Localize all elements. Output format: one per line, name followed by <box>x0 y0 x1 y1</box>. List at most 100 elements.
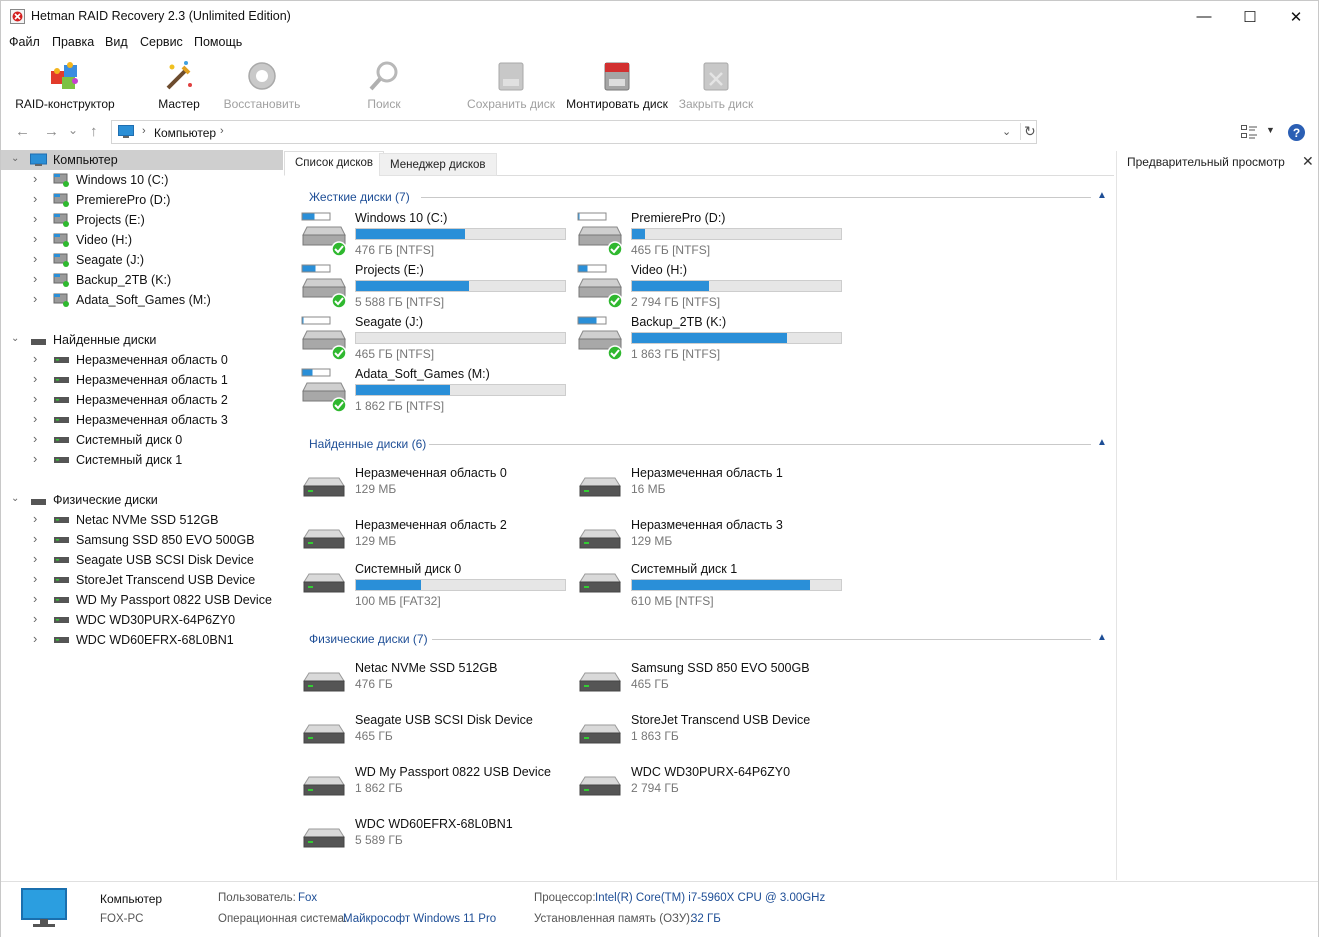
chevron-right-icon[interactable]: › <box>33 351 37 366</box>
tree-item[interactable]: › WDC WD60EFRX-68L0BN1 <box>1 630 283 650</box>
disk-item[interactable]: Netac NVMe SSD 512GB 476 ГБ <box>301 661 571 711</box>
disk-item[interactable]: Системный диск 0 100 МБ [FAT32] <box>301 562 571 612</box>
chevron-right-icon[interactable]: › <box>33 631 37 646</box>
disk-item[interactable]: StoreJet Transcend USB Device 1 863 ГБ <box>577 713 847 763</box>
tree-item-found-disks[interactable]: ⌄ Найденные диски <box>1 330 283 350</box>
chevron-right-icon[interactable]: › <box>33 291 37 306</box>
chevron-down-icon[interactable]: ⌄ <box>11 153 19 164</box>
disk-item[interactable]: Backup_2TB (K:) 1 863 ГБ [NTFS] <box>577 315 847 365</box>
chevron-right-icon[interactable]: › <box>33 191 37 206</box>
section-title-physical-disks[interactable]: Физические диски (7) <box>309 632 428 646</box>
chevron-right-icon[interactable]: › <box>33 571 37 586</box>
menu-help[interactable]: Помощь <box>194 35 242 49</box>
tree-item[interactable]: › Adata_Soft_Games (M:) <box>1 290 283 310</box>
view-dropdown-icon[interactable]: ▼ <box>1266 125 1275 135</box>
raid-builder-button[interactable]: RAID-конструктор <box>11 58 119 114</box>
chevron-right-icon[interactable]: › <box>220 125 224 137</box>
chevron-right-icon[interactable]: › <box>33 211 37 226</box>
chevron-right-icon[interactable]: › <box>33 551 37 566</box>
forward-button[interactable]: → <box>44 123 59 140</box>
tree-item[interactable]: › Projects (E:) <box>1 210 283 230</box>
tab-disk-list[interactable]: Список дисков <box>284 151 385 176</box>
chevron-right-icon[interactable]: › <box>33 271 37 286</box>
disk-item[interactable]: WDC WD30PURX-64P6ZY0 2 794 ГБ <box>577 765 847 815</box>
tree-item[interactable]: › Netac NVMe SSD 512GB <box>1 510 283 530</box>
up-button[interactable]: ↑ <box>90 123 98 140</box>
tree-item[interactable]: › Неразмеченная область 3 <box>1 410 283 430</box>
tree-item[interactable]: › WDC WD30PURX-64P6ZY0 <box>1 610 283 630</box>
chevron-right-icon[interactable]: › <box>33 391 37 406</box>
chevron-right-icon[interactable]: › <box>33 451 37 466</box>
tree-item-physical-disks[interactable]: ⌄ Физические диски <box>1 490 283 510</box>
tree-item[interactable]: › Неразмеченная область 0 <box>1 350 283 370</box>
disk-item[interactable]: Adata_Soft_Games (M:) 1 862 ГБ [NTFS] <box>301 367 571 417</box>
disk-item[interactable]: Seagate USB SCSI Disk Device 465 ГБ <box>301 713 571 763</box>
tab-disk-manager[interactable]: Менеджер дисков <box>379 153 497 176</box>
chevron-right-icon[interactable]: › <box>33 531 37 546</box>
disk-item[interactable]: WD My Passport 0822 USB Device 1 862 ГБ <box>301 765 571 815</box>
maximize-button[interactable]: ☐ <box>1227 1 1273 32</box>
tree-item[interactable]: › Backup_2TB (K:) <box>1 270 283 290</box>
tree-item-computer[interactable]: ⌄ Компьютер <box>1 150 283 170</box>
disk-item[interactable]: Системный диск 1 610 МБ [NTFS] <box>577 562 847 612</box>
section-title-found-disks[interactable]: Найденные диски (6) <box>309 437 426 451</box>
save-disk-button[interactable]: Сохранить диск <box>463 58 559 114</box>
preview-close-button[interactable]: ✕ <box>1302 153 1314 170</box>
tree-item[interactable]: › Seagate (J:) <box>1 250 283 270</box>
section-title-hard-disks[interactable]: Жесткие диски (7) <box>309 190 410 204</box>
tree-item[interactable]: › Windows 10 (C:) <box>1 170 283 190</box>
tree-item[interactable]: › StoreJet Transcend USB Device <box>1 570 283 590</box>
chevron-down-icon[interactable]: ⌄ <box>1002 125 1011 138</box>
refresh-button[interactable]: ↻ <box>1020 123 1036 140</box>
menu-service[interactable]: Сервис <box>140 35 183 49</box>
chevron-right-icon[interactable]: › <box>142 125 146 137</box>
chevron-right-icon[interactable]: › <box>33 411 37 426</box>
back-button[interactable]: ← <box>15 123 30 140</box>
tree-item[interactable]: › PremierePro (D:) <box>1 190 283 210</box>
disk-item[interactable]: Projects (E:) 5 588 ГБ [NTFS] <box>301 263 571 313</box>
menu-view[interactable]: Вид <box>105 35 128 49</box>
restore-button[interactable]: Восстановить <box>219 58 305 114</box>
chevron-right-icon[interactable]: › <box>33 171 37 186</box>
tree-item[interactable]: › Неразмеченная область 1 <box>1 370 283 390</box>
chevron-right-icon[interactable]: › <box>33 371 37 386</box>
close-button[interactable]: ✕ <box>1273 1 1319 32</box>
disk-item[interactable]: Samsung SSD 850 EVO 500GB 465 ГБ <box>577 661 847 711</box>
chevron-right-icon[interactable]: › <box>33 591 37 606</box>
menu-edit[interactable]: Правка <box>52 35 94 49</box>
menu-file[interactable]: Файл <box>9 35 40 49</box>
disk-item[interactable]: Неразмеченная область 0 129 МБ <box>301 466 571 516</box>
history-button[interactable]: ⌄ <box>68 123 78 137</box>
wizard-button[interactable]: Мастер <box>151 58 207 114</box>
chevron-down-icon[interactable]: ⌄ <box>11 333 19 344</box>
minimize-button[interactable]: — <box>1181 1 1227 32</box>
collapse-icon[interactable]: ▲ <box>1097 632 1107 643</box>
tree-item[interactable]: › WD My Passport 0822 USB Device <box>1 590 283 610</box>
disk-item[interactable]: Неразмеченная область 3 129 МБ <box>577 518 847 568</box>
close-disk-button[interactable]: Закрыть диск <box>675 58 757 114</box>
view-mode-icon[interactable] <box>1241 125 1257 139</box>
tree-item[interactable]: › Samsung SSD 850 EVO 500GB <box>1 530 283 550</box>
search-button[interactable]: Поиск <box>359 58 409 114</box>
disk-item[interactable]: PremierePro (D:) 465 ГБ [NTFS] <box>577 211 847 261</box>
collapse-icon[interactable]: ▲ <box>1097 437 1107 448</box>
mount-disk-button[interactable]: Монтировать диск <box>563 58 671 114</box>
tree-item[interactable]: › Seagate USB SCSI Disk Device <box>1 550 283 570</box>
tree-item[interactable]: › Неразмеченная область 2 <box>1 390 283 410</box>
tree-item[interactable]: › Системный диск 1 <box>1 450 283 470</box>
tree-item[interactable]: › Video (H:) <box>1 230 283 250</box>
breadcrumb-computer[interactable]: Компьютер <box>154 126 216 140</box>
tree-item[interactable]: › Системный диск 0 <box>1 430 283 450</box>
chevron-down-icon[interactable]: ⌄ <box>11 493 19 504</box>
address-bar[interactable]: › Компьютер › ⌄ ↻ <box>111 120 1037 144</box>
collapse-icon[interactable]: ▲ <box>1097 190 1107 201</box>
chevron-right-icon[interactable]: › <box>33 611 37 626</box>
help-icon[interactable]: ? <box>1288 124 1305 141</box>
disk-item[interactable]: Windows 10 (C:) 476 ГБ [NTFS] <box>301 211 571 261</box>
disk-item[interactable]: Неразмеченная область 1 16 МБ <box>577 466 847 516</box>
chevron-right-icon[interactable]: › <box>33 511 37 526</box>
disk-item[interactable]: Video (H:) 2 794 ГБ [NTFS] <box>577 263 847 313</box>
chevron-right-icon[interactable]: › <box>33 231 37 246</box>
disk-item[interactable]: WDC WD60EFRX-68L0BN1 5 589 ГБ <box>301 817 571 867</box>
chevron-right-icon[interactable]: › <box>33 431 37 446</box>
